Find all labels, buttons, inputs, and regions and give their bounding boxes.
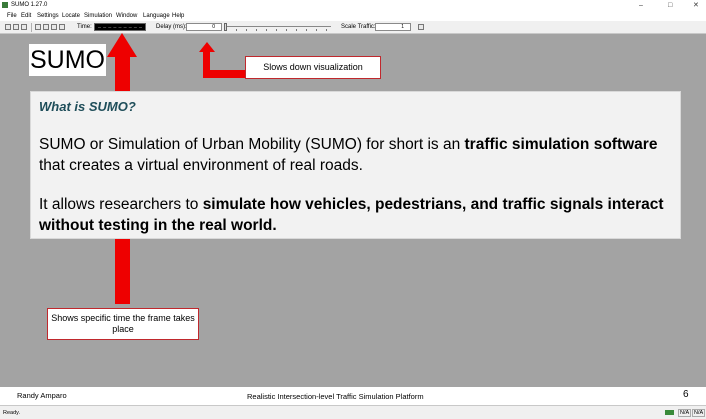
delay-callout: Slows down visualization — [245, 56, 381, 79]
delay-slider-thumb[interactable] — [224, 23, 227, 31]
delay-label: Delay (ms): — [156, 24, 187, 30]
p1-text-c: that creates a virtual environment of re… — [39, 157, 363, 174]
scale-traffic-label: Scale Traffic: — [341, 24, 376, 30]
page-number: 6 — [683, 389, 689, 400]
time-display — [94, 23, 146, 31]
open-icon[interactable] — [5, 24, 11, 30]
footer-author: Randy Amparo — [17, 391, 67, 400]
up-arrow-head — [107, 33, 137, 57]
time-callout: Shows specific time the frame takes plac… — [47, 308, 199, 340]
slide-footer: Randy Amparo Realistic Intersection-leve… — [0, 387, 706, 405]
window-title: SUMO 1.27.0 — [11, 2, 48, 8]
info-heading: What is SUMO? — [39, 99, 136, 114]
status-na-2: N/A — [692, 409, 706, 417]
toolbar: Time: Delay (ms): 0 Scale Traffic: 1 — [0, 21, 706, 34]
info-paragraph-2: It allows researchers to simulate how ve… — [39, 194, 674, 236]
status-bar: Ready. N/A N/A — [0, 405, 706, 419]
time-label: Time: — [77, 24, 92, 30]
status-na-1: N/A — [678, 409, 692, 417]
info-box: What is SUMO? SUMO or Simulation of Urba… — [30, 91, 681, 239]
menu-settings[interactable]: Settings — [37, 13, 59, 20]
reload-icon[interactable] — [13, 24, 19, 30]
status-icon — [665, 410, 674, 415]
p1-text-bold: traffic simulation software — [464, 136, 658, 153]
sumo-app-icon — [2, 2, 8, 8]
menu-help[interactable]: Help — [172, 13, 184, 20]
close-button[interactable]: ✕ — [693, 1, 699, 10]
delay-input[interactable]: 0 — [186, 23, 222, 31]
menu-file[interactable]: File — [7, 13, 17, 20]
maximize-button[interactable]: □ — [668, 1, 672, 10]
p2-text-a: It allows researchers to — [39, 196, 203, 213]
footer-title: Realistic Intersection-level Traffic Sim… — [247, 392, 424, 401]
sumo-title-label: SUMO — [29, 44, 106, 76]
run-icon[interactable] — [35, 24, 41, 30]
window-titlebar: SUMO 1.27.0 – □ ✕ — [0, 0, 706, 11]
step-icon[interactable] — [51, 24, 57, 30]
menu-bar: File Edit Settings Locate Simulation Win… — [0, 11, 706, 21]
minimize-button[interactable]: – — [639, 1, 643, 10]
scale-traffic-input[interactable]: 1 — [375, 23, 411, 31]
delay-slider-track — [226, 26, 331, 27]
p1-text-a: SUMO or Simulation of Urban Mobility (SU… — [39, 136, 465, 153]
stop-icon[interactable] — [43, 24, 49, 30]
grid-icon[interactable] — [59, 24, 65, 30]
menu-edit[interactable]: Edit — [21, 13, 31, 20]
toolbar-separator — [31, 23, 32, 32]
menu-locate[interactable]: Locate — [62, 13, 80, 20]
menu-language[interactable]: Language — [143, 13, 170, 20]
breakpoint-icon[interactable] — [418, 24, 424, 30]
status-text: Ready. — [3, 410, 21, 416]
save-icon[interactable] — [21, 24, 27, 30]
curved-arrow-icon — [199, 42, 245, 78]
menu-simulation[interactable]: Simulation — [84, 13, 112, 20]
info-paragraph-1: SUMO or Simulation of Urban Mobility (SU… — [39, 134, 674, 176]
delay-slider-ticks — [226, 29, 331, 31]
menu-window[interactable]: Window — [116, 13, 137, 20]
